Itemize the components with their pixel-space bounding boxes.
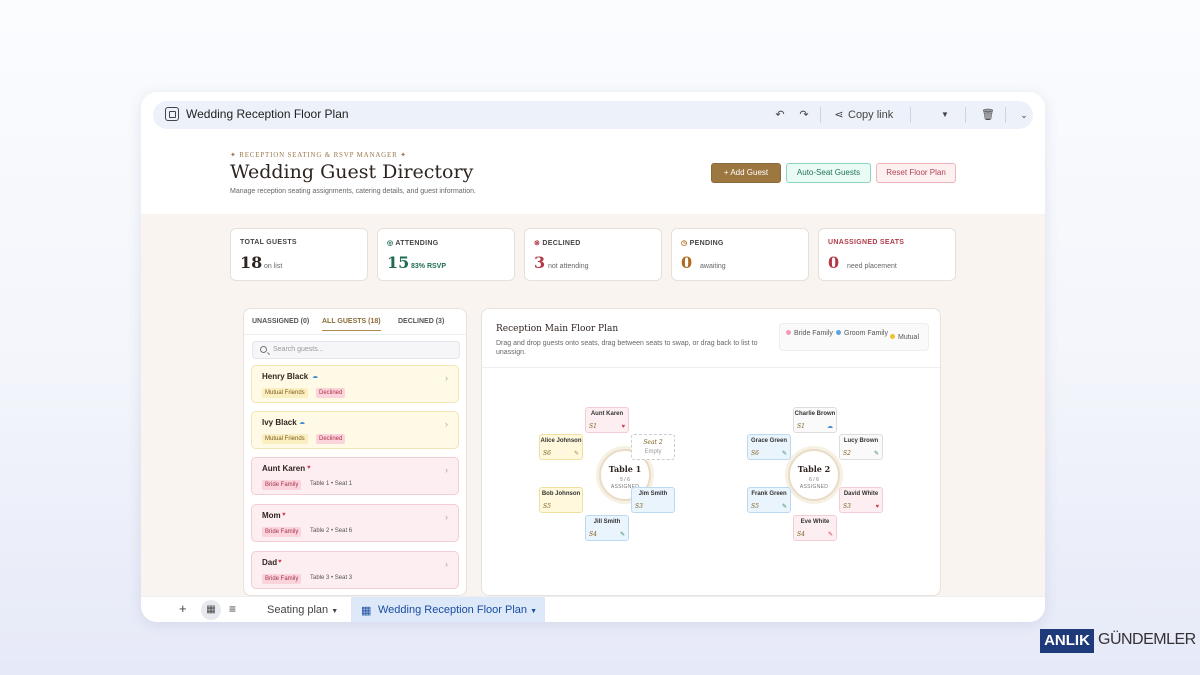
guest-card[interactable]: Aunt Karen ♥ › Bride Family Table 1 • Se…: [251, 457, 459, 495]
bride-icon: ♥: [278, 559, 282, 565]
grid-view-icon[interactable]: ▦: [201, 600, 221, 620]
chevron-down-icon[interactable]: ▼: [938, 105, 952, 125]
mutual-icon: ✎: [573, 451, 579, 457]
floor-plan-title: Reception Main Floor Plan: [496, 324, 619, 334]
sheet-tab-seating-plan[interactable]: Seating plan ▼: [267, 604, 338, 616]
mutual-dot-icon: [890, 334, 895, 339]
bride-dot-icon: [786, 330, 791, 335]
stats-band: TOTAL GUESTS 18 on list ◎ ATTENDING 15 8…: [141, 214, 1045, 296]
bride-icon: ♥: [875, 504, 879, 510]
document-icon: [165, 107, 179, 121]
seat-t2-s3[interactable]: David White S3 ♥: [839, 487, 883, 513]
people-icon: ☁: [299, 420, 305, 426]
add-guest-button[interactable]: + Add Guest: [711, 163, 781, 183]
redo-icon[interactable]: ↷: [797, 105, 811, 125]
seat-t1-s1[interactable]: Aunt Karen S1 ♥: [585, 407, 629, 433]
floor-plan-panel: Reception Main Floor Plan Drag and drop …: [481, 308, 941, 596]
stat-attending: ◎ ATTENDING 15 83% RSVP: [377, 228, 515, 281]
tab-unassigned[interactable]: UNASSIGNED (0): [252, 318, 309, 325]
seat-t2-s1[interactable]: Charlie Brown S1 ☁: [793, 407, 837, 433]
groom-icon: ✎: [781, 504, 787, 510]
list-view-icon[interactable]: ≡: [229, 602, 236, 616]
chevron-right-icon: ›: [445, 559, 448, 569]
bride-icon: ✎: [827, 532, 833, 538]
floor-plan-legend: Bride Family Groom Family Mutual: [779, 323, 929, 351]
guest-card[interactable]: Ivy Black ☁ › Mutual Friends Declined: [251, 411, 459, 449]
guest-tabs: UNASSIGNED (0) ALL GUESTS (18) DECLINED …: [244, 309, 466, 335]
copy-link-button[interactable]: Copy link: [848, 105, 898, 125]
seat-t1-s2[interactable]: Seat 2 Empty: [631, 434, 675, 460]
tab-declined[interactable]: DECLINED (3): [398, 318, 444, 325]
seat-t2-s6[interactable]: Grace Green S6 ✎: [747, 434, 791, 460]
search-icon: [260, 346, 267, 353]
search-input[interactable]: Search guests...: [252, 341, 460, 359]
undo-icon[interactable]: ↶: [773, 105, 787, 125]
sheet-tab-active[interactable]: ▦ Wedding Reception Floor Plan ▼: [351, 597, 545, 622]
bride-icon: ♥: [307, 465, 311, 471]
groom-dot-icon: [836, 330, 841, 335]
chevron-right-icon: ›: [445, 512, 448, 522]
chevron-right-icon: ›: [445, 373, 448, 383]
sheet-icon: ▦: [361, 605, 372, 617]
reset-floor-plan-button[interactable]: Reset Floor Plan: [876, 163, 956, 183]
seat-t2-s2[interactable]: Lucy Brown S2 ✎: [839, 434, 883, 460]
collapse-chevron-icon[interactable]: ⌄: [1017, 105, 1031, 125]
people-icon: ☁: [827, 424, 833, 430]
seat-t1-s6[interactable]: Alice Johnson S6 ✎: [539, 434, 583, 460]
auto-seat-button[interactable]: Auto-Seat Guests: [786, 163, 871, 183]
sheet-bar: + ▦ ≡ Seating plan ▼ ▦ Wedding Reception…: [141, 596, 1045, 622]
page-subtitle: Manage reception seating assignments, ca…: [230, 188, 476, 195]
seat-t1-s3[interactable]: Jim Smith S3: [631, 487, 675, 513]
seat-t1-s4[interactable]: Jill Smith S4 ✎: [585, 515, 629, 541]
stat-pending: ◷ PENDING 0 awaiting: [671, 228, 809, 281]
guest-list-panel: UNASSIGNED (0) ALL GUESTS (18) DECLINED …: [243, 308, 467, 596]
tab-all-guests[interactable]: ALL GUESTS (18): [322, 318, 381, 331]
share-icon[interactable]: ⋖: [833, 105, 845, 125]
bride-icon: ♥: [282, 512, 286, 518]
stat-unassigned-seats: UNASSIGNED SEATS 0 need placement: [818, 228, 956, 281]
page-header: ✦ RECEPTION SEATING & RSVP MANAGER ✦ Wed…: [141, 134, 1045, 214]
chevron-right-icon: ›: [445, 465, 448, 475]
stat-declined: ⊗ DECLINED 3 not attending: [524, 228, 662, 281]
groom-icon: ✎: [619, 532, 625, 538]
page-title: Wedding Guest Directory: [230, 161, 474, 183]
seat-t2-s5[interactable]: Frank Green S5 ✎: [747, 487, 791, 513]
add-sheet-icon[interactable]: +: [179, 601, 187, 616]
guest-card[interactable]: Henry Black ☁ › Mutual Friends Declined: [251, 365, 459, 403]
people-icon: ☁: [312, 374, 318, 380]
page-eyebrow: ✦ RECEPTION SEATING & RSVP MANAGER ✦: [230, 151, 407, 159]
groom-icon: ✎: [781, 451, 787, 457]
seat-t1-s5[interactable]: Bob Johnson S5: [539, 487, 583, 513]
stat-total-guests: TOTAL GUESTS 18 on list: [230, 228, 368, 281]
table-2[interactable]: Table 2 6 / 6 ASSIGNED: [788, 449, 840, 501]
groom-icon: ✎: [873, 451, 879, 457]
document-toolbar: Wedding Reception Floor Plan ↶ ↷ ⋖ Copy …: [153, 101, 1033, 129]
seat-t2-s4[interactable]: Eve White S4 ✎: [793, 515, 837, 541]
main-area: UNASSIGNED (0) ALL GUESTS (18) DECLINED …: [141, 296, 1045, 596]
document-title[interactable]: Wedding Reception Floor Plan: [186, 107, 349, 121]
guest-card[interactable]: Dad ♥ › Bride Family Table 3 • Seat 3: [251, 551, 459, 589]
app-window: Wedding Reception Floor Plan ↶ ↷ ⋖ Copy …: [141, 92, 1045, 622]
floor-plan-subtitle: Drag and drop guests onto seats, drag be…: [496, 340, 758, 356]
trash-icon[interactable]: 🗑: [981, 105, 995, 125]
bride-icon: ♥: [621, 424, 625, 430]
chevron-right-icon: ›: [445, 419, 448, 429]
guest-card[interactable]: Mom ♥ › Bride Family Table 2 • Seat 6: [251, 504, 459, 542]
